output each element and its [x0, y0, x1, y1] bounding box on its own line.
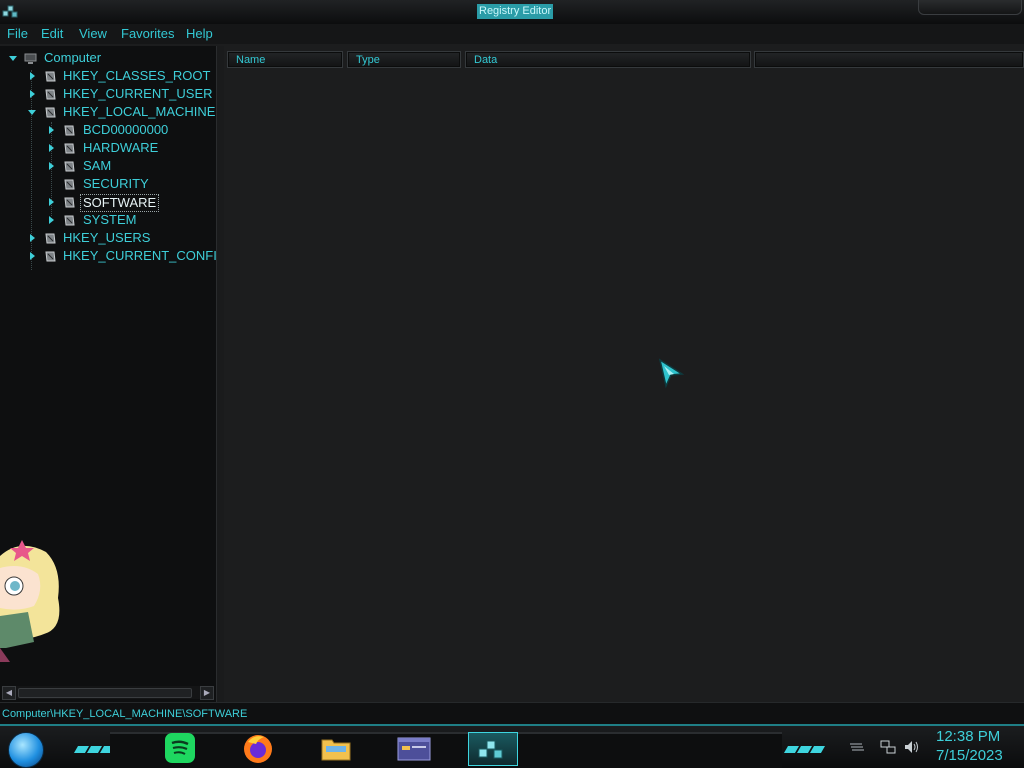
menu-view[interactable]: View [79, 26, 107, 41]
collapsed-arrow-icon[interactable] [27, 251, 37, 261]
collapsed-arrow-icon[interactable] [46, 197, 56, 207]
title-bar[interactable]: Registry Editor [0, 0, 1024, 25]
folder-key-icon [45, 251, 56, 262]
start-button[interactable] [8, 732, 44, 768]
tree-horizontal-scrollbar[interactable]: ◀ ▶ [2, 686, 214, 700]
window-preview-icon[interactable] [396, 732, 432, 764]
column-header-type[interactable]: Type [347, 51, 461, 68]
tree-node-computer[interactable]: Computer [6, 49, 206, 67]
tree-node-bcd00000000[interactable]: BCD00000000 [0, 121, 216, 139]
tree-node-label: HKEY_CURRENT_CONFI [63, 248, 217, 263]
tree-node-hardware[interactable]: HARDWARE [0, 139, 216, 157]
status-bar: Computer\HKEY_LOCAL_MACHINE\SOFTWARE [0, 702, 1024, 725]
folder-key-icon [64, 179, 75, 190]
values-list-pane[interactable]: Name Type Data [224, 46, 1024, 702]
tree-node-label: SOFTWARE [80, 194, 160, 212]
scrollbar-thumb[interactable] [18, 688, 192, 698]
menu-help[interactable]: Help [186, 26, 213, 41]
taskbar-app-area [110, 732, 782, 768]
collapsed-arrow-icon[interactable] [27, 233, 37, 243]
tree-node-label: HARDWARE [83, 140, 159, 155]
column-header-data[interactable]: Data [465, 51, 751, 68]
collapsed-arrow-icon[interactable] [27, 71, 37, 81]
tree-node-label: SECURITY [83, 176, 149, 191]
folder-key-icon [64, 161, 75, 172]
tree-node-hkey-classes-root[interactable]: HKEY_CLASSES_ROOT [0, 67, 216, 85]
volume-icon[interactable] [904, 740, 920, 754]
tree-node-label: SYSTEM [83, 212, 137, 227]
tree-node-label: HKEY_CLASSES_ROOT [63, 68, 211, 83]
mascot-character-image [0, 540, 60, 662]
decorative-chevrons-right [783, 740, 826, 753]
collapsed-arrow-icon[interactable] [46, 161, 56, 171]
folder-key-icon [45, 107, 56, 118]
collapsed-arrow-icon[interactable] [46, 215, 56, 225]
show-desktop-icon[interactable] [848, 740, 864, 754]
clock-time[interactable]: 12:38 PM [936, 728, 1000, 745]
network-icon[interactable] [880, 740, 896, 754]
tree-node-label: HKEY_CURRENT_USER [63, 86, 213, 101]
column-header-name[interactable]: Name [227, 51, 343, 68]
menu-bar: File Edit View Favorites Help [0, 24, 1024, 44]
regedit-icon [478, 740, 503, 759]
regedit-taskbar-button[interactable] [468, 732, 518, 766]
tree-node-sam[interactable]: SAM [0, 157, 216, 175]
menu-favorites[interactable]: Favorites [121, 26, 174, 41]
tree-node-label: SAM [83, 158, 112, 173]
window-controls[interactable] [918, 0, 1022, 15]
tree-node-label: HKEY_USERS [63, 230, 151, 245]
tree-node-hkey-users[interactable]: HKEY_USERS [0, 229, 216, 247]
collapsed-arrow-icon[interactable] [46, 125, 56, 135]
folder-key-icon [45, 233, 56, 244]
menu-edit[interactable]: Edit [41, 26, 63, 41]
tree-node-label: Computer [44, 50, 102, 65]
tree-node-software[interactable]: SOFTWARE [0, 193, 216, 212]
folder-key-icon [64, 125, 75, 136]
column-header-filler [754, 51, 1024, 68]
folder-key-icon [45, 71, 56, 82]
folder-key-icon [64, 197, 75, 208]
file-explorer-icon[interactable] [320, 732, 352, 764]
folder-key-icon [64, 143, 75, 154]
menu-file[interactable]: File [7, 26, 28, 41]
scroll-right-arrow-icon[interactable]: ▶ [200, 686, 214, 700]
collapsed-arrow-icon[interactable] [27, 89, 37, 99]
registry-editor-icon [2, 5, 18, 18]
collapsed-arrow-icon[interactable] [46, 143, 56, 153]
spotify-icon[interactable] [164, 732, 196, 764]
tree-node-security[interactable]: SECURITY [0, 175, 216, 193]
mouse-cursor-icon [658, 358, 684, 389]
clock-date[interactable]: 7/15/2023 [936, 747, 1003, 764]
tree-node-system[interactable]: SYSTEM [0, 211, 216, 229]
status-path: Computer\HKEY_LOCAL_MACHINE\SOFTWARE [2, 708, 248, 720]
tree-node-hkey-current-user[interactable]: HKEY_CURRENT_USER [0, 85, 216, 103]
taskbar [0, 724, 1024, 768]
expanded-arrow-icon[interactable] [27, 107, 37, 117]
window-title: Registry Editor [477, 4, 554, 19]
tree-node-hkey-local-machine[interactable]: HKEY_LOCAL_MACHINE [0, 103, 216, 121]
tree-node-label: BCD00000000 [83, 122, 169, 137]
tree-node-hkey-current-config[interactable]: HKEY_CURRENT_CONFI [0, 247, 217, 265]
expanded-arrow-icon[interactable] [8, 53, 18, 63]
folder-key-icon [45, 89, 56, 100]
scroll-left-arrow-icon[interactable]: ◀ [2, 686, 16, 700]
computer-icon [24, 53, 37, 64]
tree-node-label: HKEY_LOCAL_MACHINE [63, 104, 216, 119]
firefox-icon[interactable] [242, 732, 274, 764]
folder-key-icon [64, 215, 75, 226]
